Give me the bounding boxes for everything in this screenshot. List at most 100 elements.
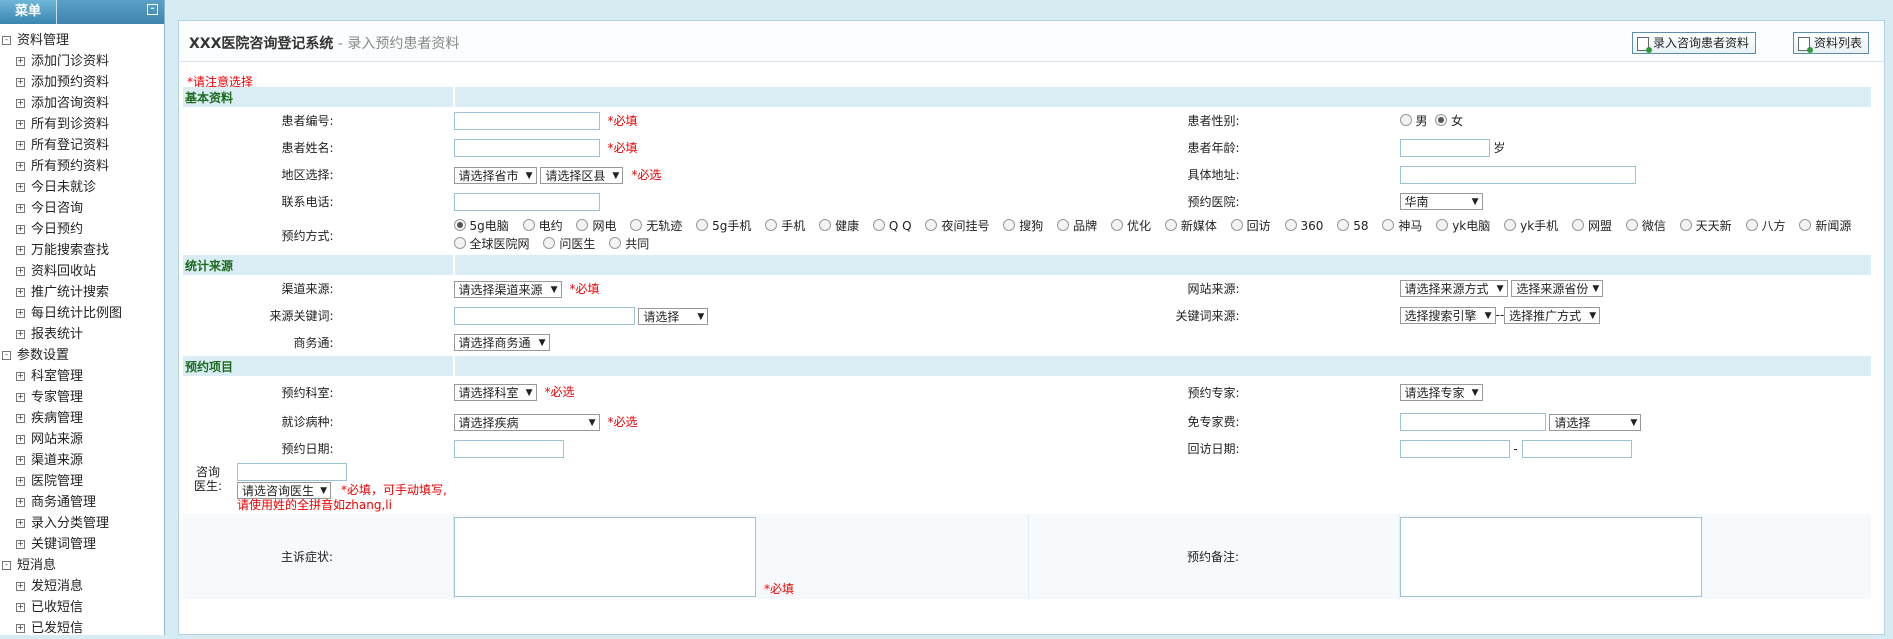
sidebar-item[interactable]: + 添加预约资料 (0, 72, 164, 93)
revisit-end-input[interactable] (1521, 439, 1632, 458)
method-option[interactable]: 品牌 (1057, 219, 1097, 233)
method-radio[interactable] (1230, 219, 1243, 231)
method-option[interactable]: 健康 (819, 219, 859, 233)
enter-consult-button[interactable]: 录入咨询患者资料 (1632, 32, 1757, 54)
method-radio[interactable] (1504, 219, 1517, 231)
booking-date-input[interactable] (453, 439, 564, 458)
sidebar-item[interactable]: + 科室管理 (0, 366, 164, 387)
method-radio[interactable] (1164, 219, 1177, 231)
address-input[interactable] (1399, 165, 1636, 184)
sidebar-item[interactable]: + 今日预约 (0, 219, 164, 240)
method-option[interactable]: 微信 (1625, 219, 1666, 233)
sidebar-item[interactable]: + 每日统计比例图 (0, 303, 164, 324)
method-radio[interactable] (696, 219, 709, 231)
method-radio[interactable] (872, 219, 885, 231)
sidebar-item[interactable]: + 所有登记资料 (0, 135, 164, 156)
sidebar-item[interactable]: + 医院管理 (0, 471, 164, 492)
sidebar-item[interactable]: + 渠道来源 (0, 450, 164, 471)
sidebar-item[interactable]: + 资料回收站 (0, 261, 164, 282)
method-option[interactable]: 网电 (576, 219, 616, 233)
engine-select[interactable]: 选择搜索引擎 (1399, 307, 1496, 325)
keyword-input[interactable] (453, 306, 635, 325)
disease-select[interactable]: 请选择疾病 (453, 413, 600, 432)
biz-select[interactable]: 请选择商务通 (453, 334, 550, 352)
method-radio[interactable] (1057, 219, 1070, 231)
sidebar-item[interactable]: + 已发短信 (0, 618, 164, 639)
method-option[interactable]: 搜狗 (1003, 219, 1043, 233)
method-option[interactable]: 新闻源 (1799, 219, 1851, 233)
method-radio[interactable] (1799, 219, 1812, 231)
phone-input[interactable] (453, 192, 600, 211)
method-option[interactable]: 新媒体 (1164, 219, 1217, 233)
method-radio[interactable] (1382, 219, 1395, 231)
method-radio[interactable] (1337, 219, 1350, 231)
province-select[interactable]: 请选择省市 (453, 166, 537, 185)
remark-textarea[interactable] (1400, 516, 1702, 597)
method-radio[interactable] (1745, 219, 1758, 231)
method-radio[interactable] (1436, 219, 1449, 231)
record-list-button[interactable]: 资料列表 (1793, 32, 1870, 54)
county-select[interactable]: 请选择区县 (540, 166, 624, 185)
method-option[interactable]: 手机 (765, 219, 805, 233)
sidebar-item[interactable]: + 关键词管理 (0, 534, 164, 555)
revisit-start-input[interactable] (1399, 439, 1510, 458)
method-radio[interactable] (765, 219, 778, 231)
site-select[interactable]: 请选择来源方式 (1399, 280, 1508, 298)
method-radio[interactable] (1284, 219, 1297, 231)
method-radio[interactable] (925, 219, 938, 231)
method-radio[interactable] (819, 219, 832, 231)
promo-select[interactable]: 选择推广方式 (1504, 307, 1601, 325)
sidebar-item[interactable]: + 发短消息 (0, 576, 164, 597)
collapse-icon[interactable]: - (147, 4, 158, 15)
method-radio[interactable] (1625, 219, 1638, 231)
source-province-select[interactable]: 选择来源省份 (1511, 280, 1604, 298)
expert-select[interactable]: 请选择专家 (1399, 383, 1483, 402)
method-option[interactable]: 优化 (1110, 219, 1151, 233)
sidebar-item[interactable]: + 添加门诊资料 (0, 51, 164, 72)
method-option[interactable]: 5g手机 (696, 219, 751, 233)
gender-female-radio[interactable] (1435, 114, 1448, 126)
method-radio[interactable] (1110, 219, 1123, 231)
sidebar-group[interactable]: - 资料管理 (0, 30, 164, 51)
sidebar-item[interactable]: + 录入分类管理 (0, 513, 164, 534)
method-option[interactable]: 八方 (1745, 219, 1786, 233)
sidebar-item[interactable]: + 网站来源 (0, 429, 164, 450)
method-option[interactable]: yk电脑 (1436, 219, 1490, 233)
sidebar-item[interactable]: + 万能搜索查找 (0, 240, 164, 261)
sidebar-item[interactable]: + 添加咨询资料 (0, 93, 164, 114)
gender-male-radio[interactable] (1399, 114, 1412, 126)
method-option[interactable]: 共同 (609, 237, 649, 251)
method-option[interactable]: 天天新 (1679, 219, 1732, 233)
sidebar-item[interactable]: + 推广统计搜索 (0, 282, 164, 303)
method-radio[interactable] (630, 219, 643, 231)
age-input[interactable] (1399, 138, 1490, 157)
method-option[interactable]: 无轨迹 (630, 219, 682, 233)
sidebar-item[interactable]: + 所有预约资料 (0, 156, 164, 177)
hospital-select[interactable]: 华南 (1399, 193, 1483, 211)
sidebar-item[interactable]: + 今日未就诊 (0, 177, 164, 198)
sidebar-item[interactable]: + 商务通管理 (0, 492, 164, 513)
sidebar-item[interactable]: + 已收短信 (0, 597, 164, 618)
method-option[interactable]: 360 (1284, 219, 1323, 233)
method-radio[interactable] (1003, 219, 1016, 231)
method-radio[interactable] (609, 237, 622, 249)
method-radio[interactable] (453, 219, 466, 231)
keyword-select[interactable]: 请选择 (638, 307, 709, 326)
method-option[interactable]: 网盟 (1571, 219, 1612, 233)
sidebar-item[interactable]: + 报表统计 (0, 324, 164, 345)
method-option[interactable]: 回访 (1230, 219, 1271, 233)
channel-select[interactable]: 请选择渠道来源 (453, 280, 562, 299)
patient-no-input[interactable] (453, 111, 600, 130)
sidebar-item[interactable]: + 专家管理 (0, 387, 164, 408)
method-option[interactable]: 夜间挂号 (925, 219, 989, 233)
method-option[interactable]: 神马 (1382, 219, 1422, 233)
method-option[interactable]: 电约 (522, 219, 563, 233)
method-radio[interactable] (543, 237, 556, 249)
method-radio[interactable] (522, 219, 535, 231)
sidebar-group[interactable]: - 参数设置 (0, 345, 164, 366)
method-radio[interactable] (1571, 219, 1584, 231)
fee-select[interactable]: 请选择 (1549, 413, 1642, 432)
menu-tab[interactable]: 菜单 (0, 0, 57, 24)
fee-input[interactable] (1399, 412, 1546, 431)
doctor-input[interactable] (237, 463, 347, 481)
